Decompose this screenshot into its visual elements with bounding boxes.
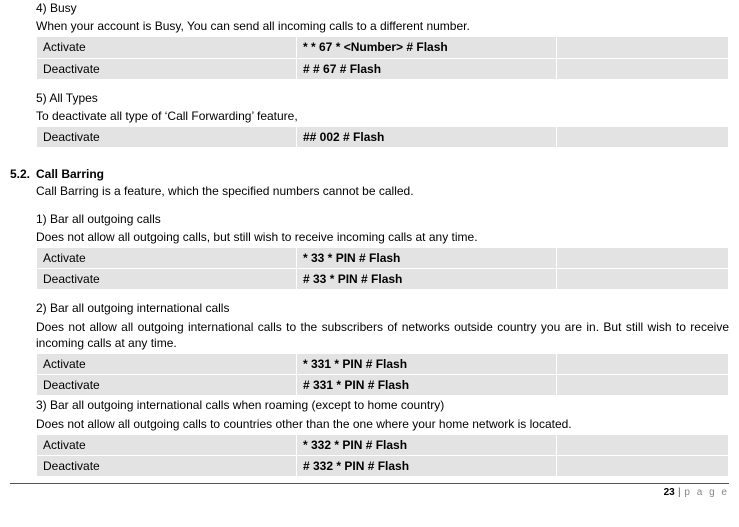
empty-cell [557, 354, 729, 375]
table-row: Activate * * 67 * <Number> # Flash [37, 37, 729, 58]
section-5-2-desc: Call Barring is a feature, which the spe… [36, 183, 729, 199]
table-row: Deactivate # 331 * PIN # Flash [37, 375, 729, 396]
page-footer: 23 | p a g e [10, 483, 729, 500]
table-row: Activate * 33 * PIN # Flash [37, 248, 729, 269]
action-label: Deactivate [37, 127, 297, 148]
empty-cell [557, 37, 729, 58]
busy-section: 4) Busy When your account is Busy, You c… [36, 0, 729, 80]
busy-table: Activate * * 67 * <Number> # Flash Deact… [36, 36, 729, 79]
action-code: # 331 * PIN # Flash [297, 375, 557, 396]
action-code: # 33 * PIN # Flash [297, 269, 557, 290]
empty-cell [557, 127, 729, 148]
action-code: # 332 * PIN # Flash [297, 455, 557, 476]
action-label: Deactivate [37, 375, 297, 396]
action-code: # # 67 # Flash [297, 58, 557, 79]
table-row: Deactivate ## 002 # Flash [37, 127, 729, 148]
alltypes-desc: To deactivate all type of ‘Call Forwardi… [36, 108, 729, 124]
footer-word: p a g e [684, 487, 729, 498]
alltypes-table: Deactivate ## 002 # Flash [36, 126, 729, 148]
bar2-table: Activate * 331 * PIN # Flash Deactivate … [36, 353, 729, 396]
bar2-desc: Does not allow all outgoing internationa… [36, 319, 729, 351]
bar3-desc: Does not allow all outgoing calls to cou… [36, 416, 729, 432]
empty-cell [557, 375, 729, 396]
empty-cell [557, 248, 729, 269]
page-number: 23 [664, 487, 675, 498]
bar1-table: Activate * 33 * PIN # Flash Deactivate #… [36, 247, 729, 290]
empty-cell [557, 269, 729, 290]
action-label: Deactivate [37, 455, 297, 476]
table-row: Activate * 332 * PIN # Flash [37, 434, 729, 455]
empty-cell [557, 58, 729, 79]
alltypes-title: 5) All Types [36, 90, 729, 106]
action-code: * 332 * PIN # Flash [297, 434, 557, 455]
section-number: 5.2. [10, 166, 36, 182]
table-row: Activate * 331 * PIN # Flash [37, 354, 729, 375]
action-code: * * 67 * <Number> # Flash [297, 37, 557, 58]
action-label: Deactivate [37, 58, 297, 79]
empty-cell [557, 455, 729, 476]
section-title: Call Barring [36, 166, 104, 182]
document-page: 4) Busy When your account is Busy, You c… [0, 0, 739, 506]
action-code: * 331 * PIN # Flash [297, 354, 557, 375]
alltypes-section: 5) All Types To deactivate all type of ‘… [36, 90, 729, 149]
table-row: Deactivate # 332 * PIN # Flash [37, 455, 729, 476]
bar1-desc: Does not allow all outgoing calls, but s… [36, 229, 729, 245]
action-label: Activate [37, 37, 297, 58]
bar3-table: Activate * 332 * PIN # Flash Deactivate … [36, 434, 729, 477]
section-5-2-body: Call Barring is a feature, which the spe… [36, 183, 729, 478]
action-code: * 33 * PIN # Flash [297, 248, 557, 269]
action-label: Deactivate [37, 269, 297, 290]
bar3-title: 3) Bar all outgoing international calls … [36, 397, 729, 413]
busy-title: 4) Busy [36, 0, 729, 16]
empty-cell [557, 434, 729, 455]
bar1-title: 1) Bar all outgoing calls [36, 211, 729, 227]
busy-desc: When your account is Busy, You can send … [36, 18, 729, 34]
action-label: Activate [37, 434, 297, 455]
action-code: ## 002 # Flash [297, 127, 557, 148]
section-5-2-heading: 5.2. Call Barring [10, 166, 729, 182]
table-row: Deactivate # 33 * PIN # Flash [37, 269, 729, 290]
footer-text: 23 | p a g e [10, 484, 729, 500]
footer-sep: | [675, 487, 685, 498]
bar2-title: 2) Bar all outgoing international calls [36, 300, 729, 316]
table-row: Deactivate # # 67 # Flash [37, 58, 729, 79]
action-label: Activate [37, 248, 297, 269]
action-label: Activate [37, 354, 297, 375]
